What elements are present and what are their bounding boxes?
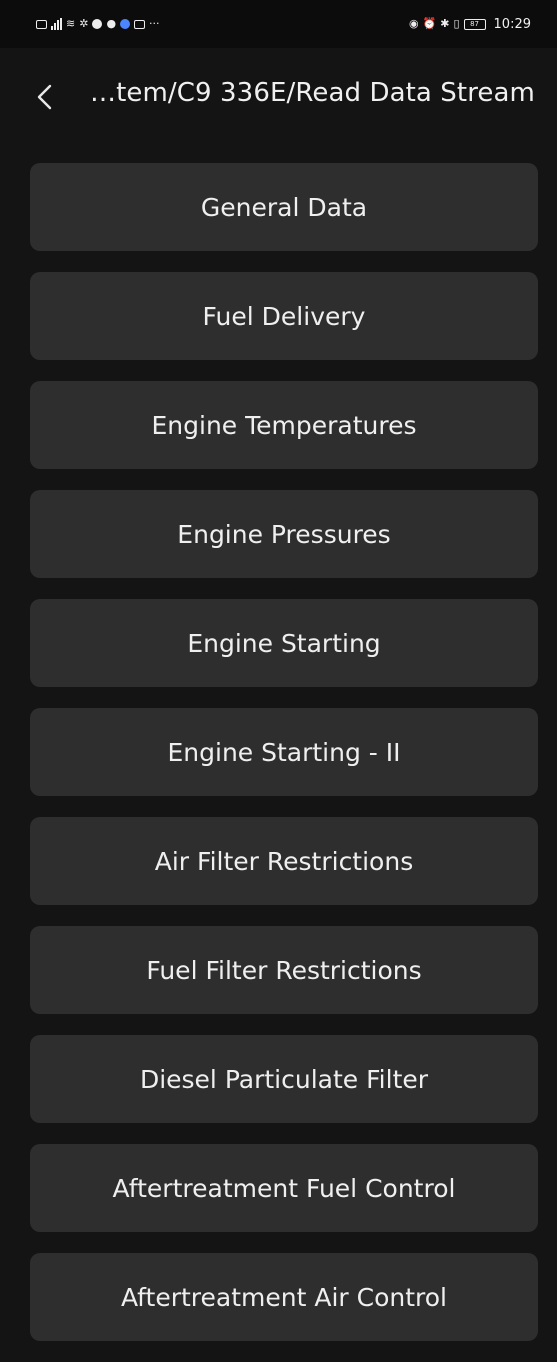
status-bar: ≋ ✲ ● ··· ◉ ⏰ ✱ ▯ 87 10:29 (0, 0, 557, 48)
wifi-icon: ≋ (66, 17, 76, 30)
menu-item-engine-starting-ii[interactable]: Engine Starting - II (30, 708, 538, 796)
app-header: …tem/C9 336E/Read Data Stream (0, 48, 557, 148)
menu-item-engine-temperatures[interactable]: Engine Temperatures (30, 381, 538, 469)
data-stream-menu: General Data Fuel Delivery Engine Temper… (30, 163, 538, 1362)
status-right-icons: ◉ ⏰ ✱ ▯ 87 10:29 (409, 17, 531, 32)
status-time: 10:29 (493, 16, 531, 32)
eye-icon: ◉ (408, 17, 419, 30)
menu-item-diesel-particulate-filter[interactable]: Diesel Particulate Filter (30, 1035, 538, 1123)
back-arrow-icon[interactable] (34, 84, 56, 110)
sim-icon (36, 19, 47, 29)
menu-item-aftertreatment-fuel-control[interactable]: Aftertreatment Fuel Control (30, 1144, 538, 1232)
signal-icon (51, 18, 62, 30)
battery-level: 87 (470, 20, 479, 28)
gallery-icon (134, 19, 146, 29)
menu-item-aftertreatment-air-control[interactable]: Aftertreatment Air Control (30, 1253, 538, 1341)
menu-item-fuel-filter-restrictions[interactable]: Fuel Filter Restrictions (30, 926, 538, 1014)
alarm-icon: ⏰ (422, 17, 437, 30)
menu-item-engine-starting[interactable]: Engine Starting (30, 599, 538, 687)
page-title: …tem/C9 336E/Read Data Stream (90, 78, 535, 108)
notification-icon (92, 19, 103, 29)
status-left-icons: ≋ ✲ ● ··· (36, 18, 160, 30)
chat-icon: ● (106, 17, 117, 30)
more-notifications-icon: ··· (149, 17, 160, 30)
menu-item-general-data[interactable]: General Data (30, 163, 538, 251)
location-icon: ✲ (79, 17, 89, 30)
vibrate-icon: ▯ (453, 17, 460, 30)
app-icon (120, 19, 131, 29)
menu-item-engine-pressures[interactable]: Engine Pressures (30, 490, 538, 578)
battery-icon: 87 (463, 18, 486, 30)
menu-item-fuel-delivery[interactable]: Fuel Delivery (30, 272, 538, 360)
bluetooth-icon: ✱ (440, 17, 450, 30)
menu-item-air-filter-restrictions[interactable]: Air Filter Restrictions (30, 817, 538, 905)
